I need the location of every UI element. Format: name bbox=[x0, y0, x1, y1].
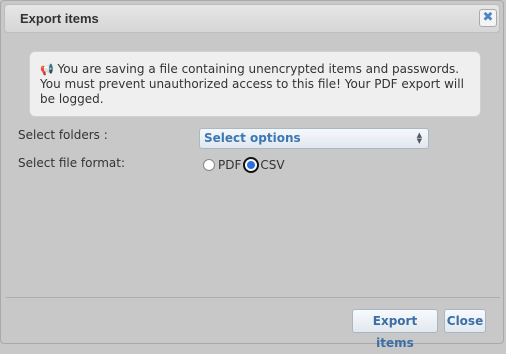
warning-line-3: be logged. bbox=[40, 92, 104, 106]
warning-line-2: You must prevent unauthorized access to … bbox=[40, 77, 464, 91]
select-arrows-icon: ▲ ▼ bbox=[416, 131, 422, 145]
close-icon[interactable]: ✖ bbox=[479, 9, 497, 27]
pdf-radio-label[interactable]: PDF bbox=[218, 158, 241, 172]
csv-radio-label[interactable]: CSV bbox=[260, 158, 284, 172]
pdf-radio[interactable] bbox=[203, 159, 215, 171]
megaphone-icon: 📢 bbox=[40, 63, 54, 76]
export-items-button[interactable]: Export items bbox=[352, 309, 438, 350]
warning-box: 📢 You are saving a file containing unenc… bbox=[29, 51, 481, 117]
file-format-label: Select file format: bbox=[18, 156, 126, 170]
file-format-radio-group: PDF CSV bbox=[203, 156, 287, 174]
close-button[interactable]: Close bbox=[444, 309, 486, 333]
warning-line-1: You are saving a file containing unencry… bbox=[57, 62, 460, 76]
dialog-titlebar[interactable]: Export items ✖ bbox=[4, 4, 500, 33]
folders-select-value: Select options bbox=[204, 131, 301, 145]
folders-select[interactable]: Select options ▲ ▼ bbox=[199, 128, 429, 149]
footer-divider bbox=[6, 297, 500, 298]
export-dialog: Export items ✖ 📢 You are saving a file c… bbox=[0, 0, 504, 350]
csv-radio[interactable] bbox=[243, 157, 260, 173]
dialog-title: Export items bbox=[20, 11, 99, 26]
folders-label: Select folders : bbox=[18, 128, 108, 142]
